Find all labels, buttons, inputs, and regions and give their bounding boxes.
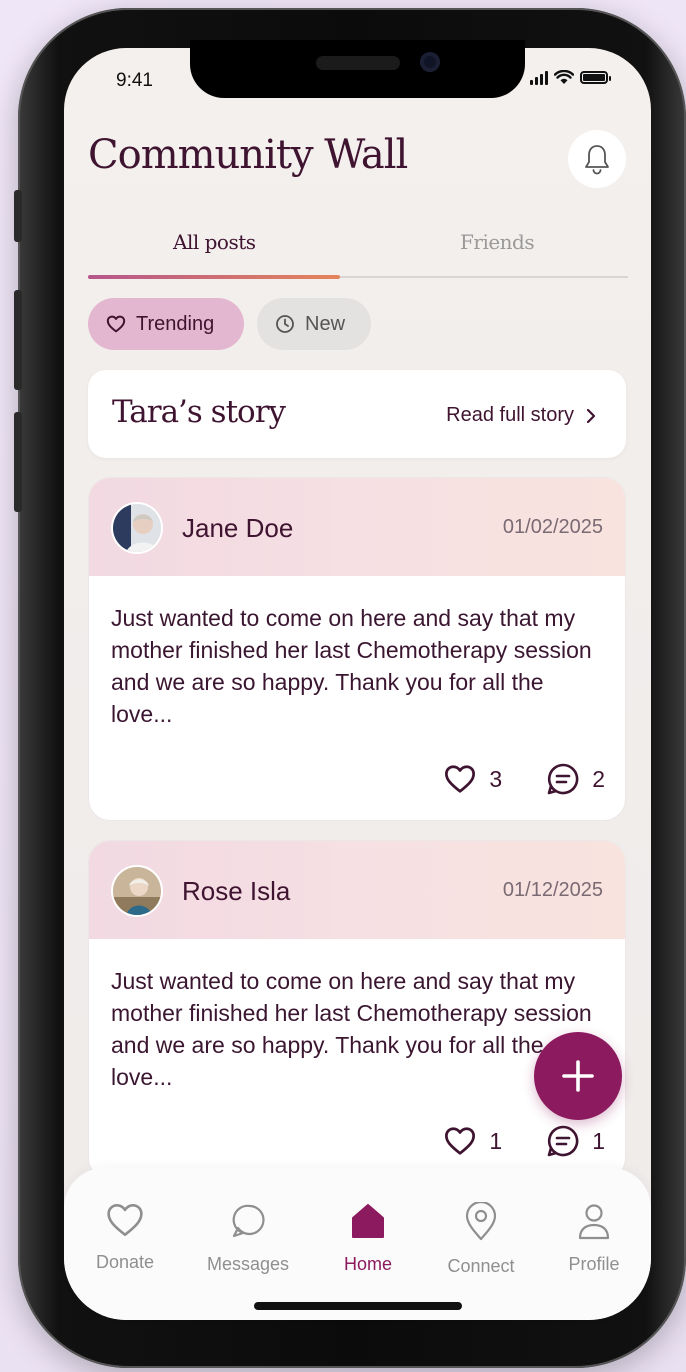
heart-icon xyxy=(445,765,476,793)
filter-new-chip[interactable]: New xyxy=(257,298,371,350)
heart-icon xyxy=(106,315,126,333)
status-time: 9:41 xyxy=(116,70,153,91)
filter-trending-label: Trending xyxy=(136,312,215,335)
bottom-nav: Donate Messages Home Connect Profile xyxy=(64,1168,651,1320)
comment-button[interactable]: 2 xyxy=(546,762,605,796)
story-title: Tara’s story xyxy=(112,394,286,430)
post-date: 01/12/2025 xyxy=(502,879,603,901)
story-card[interactable]: Tara’s story Read full story xyxy=(88,370,626,458)
page-title: Community Wall xyxy=(88,132,408,178)
heart-icon xyxy=(445,1127,476,1155)
bell-icon xyxy=(585,145,609,175)
wifi-icon xyxy=(554,70,574,84)
post-actions: 3 2 xyxy=(443,762,605,796)
signal-icon xyxy=(530,70,548,85)
post-date: 01/02/2025 xyxy=(502,516,603,538)
camera xyxy=(420,52,440,72)
nav-home[interactable]: Home xyxy=(313,1202,423,1275)
post-author[interactable]: Rose Isla xyxy=(182,876,290,907)
side-button xyxy=(14,290,22,390)
comment-button[interactable]: 1 xyxy=(546,1124,605,1158)
avatar[interactable] xyxy=(111,865,163,917)
read-full-story-label: Read full story xyxy=(446,404,574,426)
comment-icon xyxy=(547,1125,579,1157)
person-icon xyxy=(578,1204,610,1240)
like-button[interactable]: 3 xyxy=(443,764,502,794)
post-actions: 1 1 xyxy=(443,1124,605,1158)
side-button xyxy=(14,190,22,242)
chevron-right-icon xyxy=(586,408,596,423)
comment-icon xyxy=(547,763,579,795)
create-post-button[interactable] xyxy=(534,1032,622,1120)
status-icons xyxy=(530,70,611,85)
tab-active-indicator xyxy=(88,275,340,279)
nav-profile-label: Profile xyxy=(568,1254,620,1274)
post-header: Rose Isla 01/12/2025 xyxy=(89,841,625,939)
post-card[interactable]: Jane Doe 01/02/2025 Just wanted to come … xyxy=(88,477,626,821)
read-full-story-link[interactable]: Read full story xyxy=(446,404,596,427)
avatar[interactable] xyxy=(111,502,163,554)
plus-icon xyxy=(562,1060,594,1092)
post-text: Just wanted to come on here and say that… xyxy=(111,605,592,727)
nav-connect-label: Connect xyxy=(447,1256,515,1276)
comment-count: 1 xyxy=(592,1127,605,1154)
nav-home-label: Home xyxy=(343,1254,392,1274)
comment-count: 2 xyxy=(592,765,605,792)
side-button xyxy=(14,412,22,512)
nav-connect[interactable]: Connect xyxy=(426,1202,536,1277)
like-count: 1 xyxy=(489,1127,503,1154)
nav-messages-label: Messages xyxy=(206,1254,290,1274)
notifications-button[interactable] xyxy=(568,130,626,188)
tab-all-posts[interactable]: All posts xyxy=(173,230,256,254)
battery-icon xyxy=(580,71,611,84)
post-card[interactable]: Rose Isla 01/12/2025 Just wanted to come… xyxy=(88,840,626,1180)
nav-donate-label: Donate xyxy=(95,1252,155,1272)
home-icon xyxy=(352,1204,384,1238)
home-indicator xyxy=(254,1302,462,1310)
post-author[interactable]: Jane Doe xyxy=(182,513,293,544)
like-count: 3 xyxy=(489,765,503,792)
speaker xyxy=(316,56,400,70)
location-pin-icon xyxy=(465,1202,497,1241)
nav-messages[interactable]: Messages xyxy=(193,1202,303,1275)
tab-friends[interactable]: Friends xyxy=(460,230,535,254)
heart-icon xyxy=(107,1203,143,1237)
like-button[interactable]: 1 xyxy=(443,1126,502,1156)
post-header: Jane Doe 01/02/2025 xyxy=(89,478,625,576)
clock-icon xyxy=(276,315,294,333)
filter-new-label: New xyxy=(305,312,346,335)
chat-icon xyxy=(232,1204,265,1238)
filter-trending-chip[interactable]: Trending xyxy=(88,298,244,350)
nav-profile[interactable]: Profile xyxy=(539,1202,649,1275)
nav-donate[interactable]: Donate xyxy=(70,1202,180,1273)
